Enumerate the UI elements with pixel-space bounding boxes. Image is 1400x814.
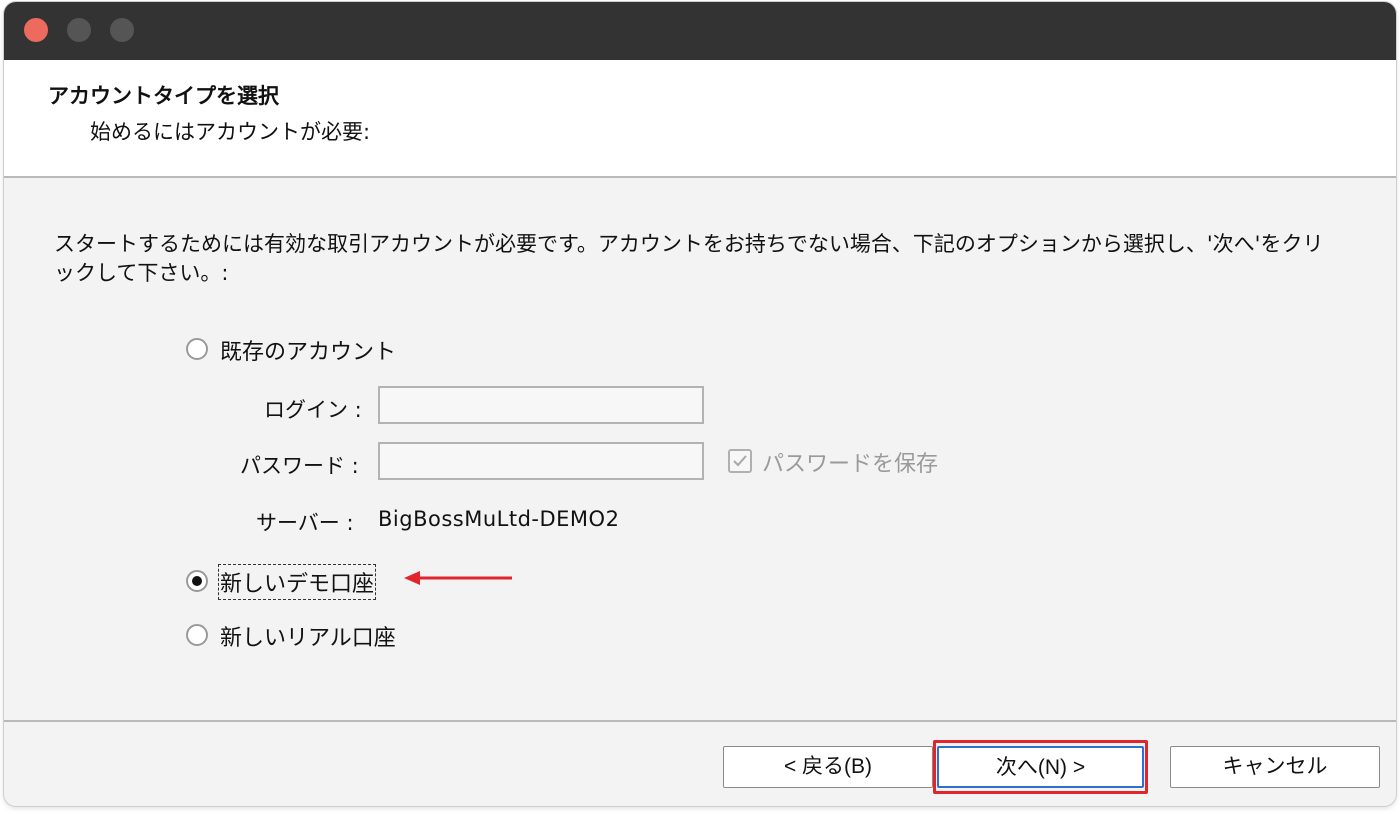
server-value: BigBossMuLtd-DEMO2 <box>378 507 620 531</box>
new-real-account-label[interactable]: 新しいリアル口座 <box>220 620 396 652</box>
next-button[interactable]: 次へ(N) > <box>937 746 1144 788</box>
header-subtitle: 始めるにはアカウントが必要: <box>90 120 371 144</box>
account-type-dialog: アカウントタイプを選択 始めるにはアカウントが必要: スタートするためには有効な… <box>4 2 1396 806</box>
existing-account-radio[interactable] <box>186 338 208 360</box>
dialog-header: アカウントタイプを選択 始めるにはアカウントが必要: <box>4 60 1396 178</box>
instructions-text: スタートするためには有効な取引アカウントが必要です。アカウントをお持ちでない場合… <box>54 232 1324 285</box>
login-input[interactable] <box>378 386 704 424</box>
minimize-window-button[interactable] <box>67 18 91 42</box>
header-title: アカウントタイプを選択 <box>48 84 279 108</box>
maximize-window-button[interactable] <box>110 18 134 42</box>
checkmark-icon <box>733 455 747 467</box>
annotation-arrow-icon <box>404 571 512 585</box>
login-label: ログイン : <box>264 398 362 422</box>
save-password-checkbox[interactable] <box>728 449 752 473</box>
cancel-button[interactable]: キャンセル <box>1170 746 1380 788</box>
existing-account-label[interactable]: 既存のアカウント <box>220 334 396 366</box>
save-password-label[interactable]: パスワードを保存 <box>762 446 938 478</box>
close-window-button[interactable] <box>24 18 48 42</box>
password-input[interactable] <box>378 442 704 480</box>
password-label: パスワード : <box>240 454 359 478</box>
new-demo-account-label[interactable]: 新しいデモ口座 <box>217 564 377 600</box>
footer-divider <box>4 720 1396 722</box>
new-real-account-radio[interactable] <box>186 624 208 646</box>
new-demo-account-radio[interactable] <box>186 570 208 592</box>
back-button[interactable]: < 戻る(B) <box>723 746 933 788</box>
server-label: サーバー : <box>256 511 354 535</box>
title-bar <box>4 2 1396 60</box>
